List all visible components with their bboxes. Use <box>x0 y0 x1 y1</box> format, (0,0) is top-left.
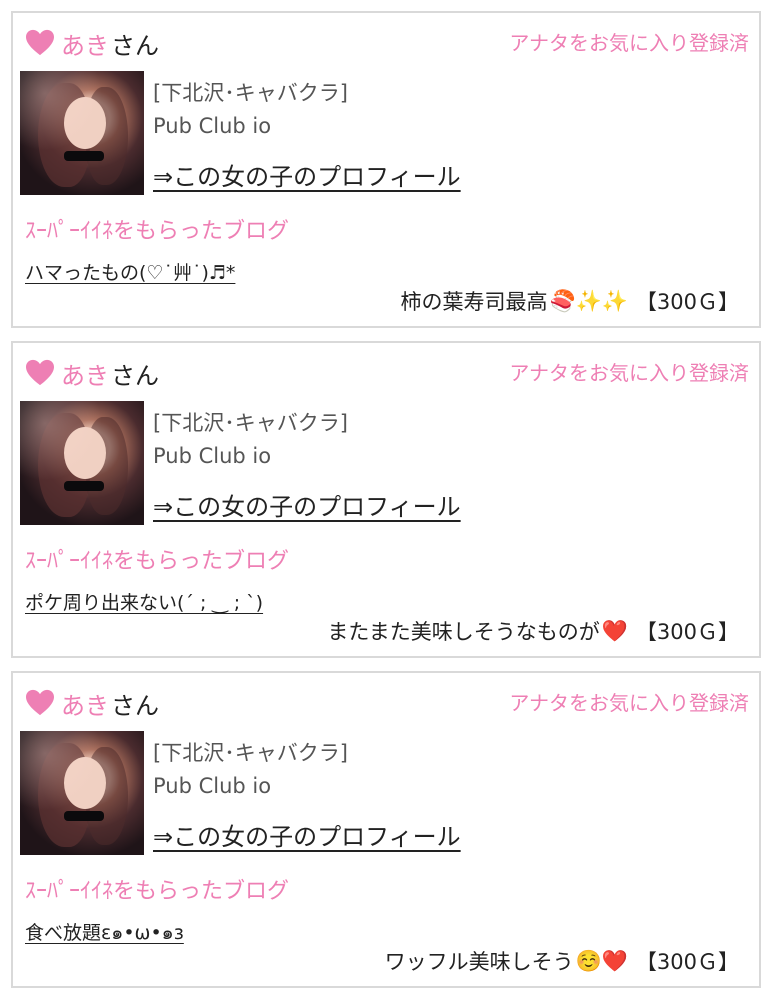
super-like-blog-label: ｽｰﾊﾟｰｲｲﾈをもらったブログ <box>25 879 290 904</box>
card-header: あき さん <box>25 686 159 721</box>
heart-icon <box>26 29 54 56</box>
comment-emoji: 🍣✨✨ <box>549 288 628 313</box>
favorite-status: アナタをお気に入り登録済 <box>509 361 749 385</box>
favorite-status: アナタをお気に入り登録済 <box>509 31 749 55</box>
super-like-card: あき さん アナタをお気に入り登録済 [下北沢･キャバクラ] Pub Club … <box>11 671 761 988</box>
profile-link[interactable]: ⇒この女の子のプロフィール <box>153 817 461 852</box>
shop-area: [下北沢･キャバクラ] <box>153 81 348 105</box>
club-name: Pub Club io <box>153 114 272 138</box>
blog-title-link[interactable]: ハマったもの(♡˙艸˙)♬* <box>25 258 235 285</box>
girl-name[interactable]: あき <box>61 26 109 61</box>
club-name: Pub Club io <box>153 444 272 468</box>
girl-name[interactable]: あき <box>61 356 109 391</box>
super-like-blog-label: ｽｰﾊﾟｰｲｲﾈをもらったブログ <box>25 219 290 244</box>
super-like-blog-label: ｽｰﾊﾟｰｲｲﾈをもらったブログ <box>25 549 290 574</box>
card-header: あき さん <box>25 356 159 391</box>
card-header: あき さん <box>25 26 159 61</box>
blog-title-link[interactable]: 食べ放題ɛ๑•ω•๑ɜ <box>25 918 184 948</box>
club-name: Pub Club io <box>153 774 272 798</box>
name-suffix: さん <box>111 691 159 720</box>
comment-text: またまた美味しそうなものが <box>327 620 600 644</box>
comment-text: ワッフル美味しそう <box>384 950 574 974</box>
comment-emoji: ☺️❤️ <box>575 948 628 973</box>
heart-icon <box>26 689 54 716</box>
comment-row: 柿の葉寿司最高 🍣✨✨ 【300Ｇ】 <box>400 286 739 316</box>
shop-area: [下北沢･キャバクラ] <box>153 411 348 435</box>
comment-emoji: ❤️ <box>601 618 628 643</box>
profile-link[interactable]: ⇒この女の子のプロフィール <box>153 157 461 192</box>
comment-text: 柿の葉寿司最高 <box>400 290 548 314</box>
profile-link[interactable]: ⇒この女の子のプロフィール <box>153 487 461 522</box>
super-like-card: あき さん アナタをお気に入り登録済 [下北沢･キャバクラ] Pub Club … <box>11 11 761 328</box>
profile-photo[interactable] <box>20 71 144 195</box>
favorite-status: アナタをお気に入り登録済 <box>509 691 749 715</box>
comment-row: ワッフル美味しそう ☺️❤️ 【300Ｇ】 <box>385 946 739 976</box>
name-suffix: さん <box>111 361 159 390</box>
reward-amount: 【300Ｇ】 <box>635 950 739 974</box>
heart-icon <box>26 359 54 386</box>
girl-name[interactable]: あき <box>61 686 109 721</box>
name-suffix: さん <box>111 31 159 60</box>
profile-photo[interactable] <box>20 401 144 525</box>
profile-photo[interactable] <box>20 731 144 855</box>
reward-amount: 【300Ｇ】 <box>635 290 739 314</box>
super-like-card: あき さん アナタをお気に入り登録済 [下北沢･キャバクラ] Pub Club … <box>11 341 761 658</box>
shop-area: [下北沢･キャバクラ] <box>153 741 348 765</box>
comment-row: またまた美味しそうなものが ❤️ 【300Ｇ】 <box>327 616 739 646</box>
blog-title-link[interactable]: ポケ周り出来ない(´ ; ‿ ; `) <box>25 588 263 615</box>
reward-amount: 【300Ｇ】 <box>635 620 739 644</box>
